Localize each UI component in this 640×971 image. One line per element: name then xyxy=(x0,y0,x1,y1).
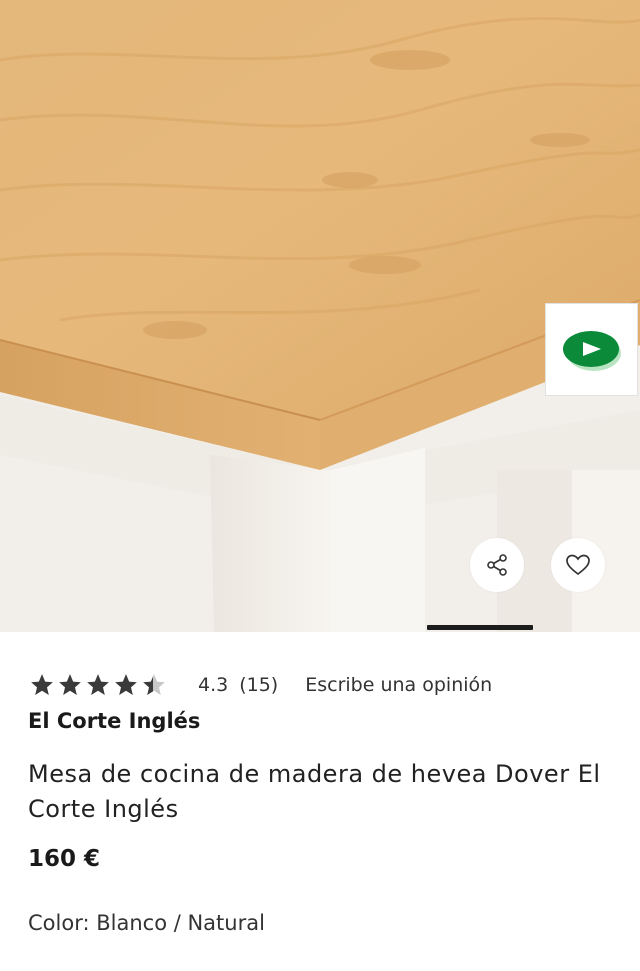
rating-count[interactable]: (15) xyxy=(239,674,278,696)
heart-icon xyxy=(566,554,590,576)
gallery-slide-indicator xyxy=(427,625,533,630)
color-selection: Color: Blanco / Natural xyxy=(28,911,265,935)
half-star-icon xyxy=(143,674,165,695)
product-image-gallery[interactable] xyxy=(0,0,640,632)
play-video-icon xyxy=(562,330,621,371)
play-video-button[interactable] xyxy=(545,303,638,396)
star-icon xyxy=(115,674,137,695)
color-label: Color: xyxy=(28,911,90,935)
rating-value: 4.3 xyxy=(198,674,229,696)
color-value: Blanco / Natural xyxy=(96,911,265,935)
share-icon xyxy=(487,554,507,576)
star-icon xyxy=(59,674,81,695)
brand-name[interactable]: El Corte Inglés xyxy=(28,709,200,733)
share-button[interactable] xyxy=(470,538,524,592)
product-price: 160 € xyxy=(28,846,101,872)
product-photo xyxy=(0,0,640,632)
add-to-favorites-button[interactable] xyxy=(551,538,605,592)
star-icon xyxy=(31,674,53,695)
write-review-link[interactable]: Escribe una opinión xyxy=(305,674,492,696)
rating-row: 4.3 (15) Escribe una opinión xyxy=(28,670,492,700)
product-title: Mesa de cocina de madera de hevea Dover … xyxy=(28,760,601,823)
star-icon xyxy=(87,674,109,695)
rating-stars[interactable] xyxy=(28,672,168,698)
